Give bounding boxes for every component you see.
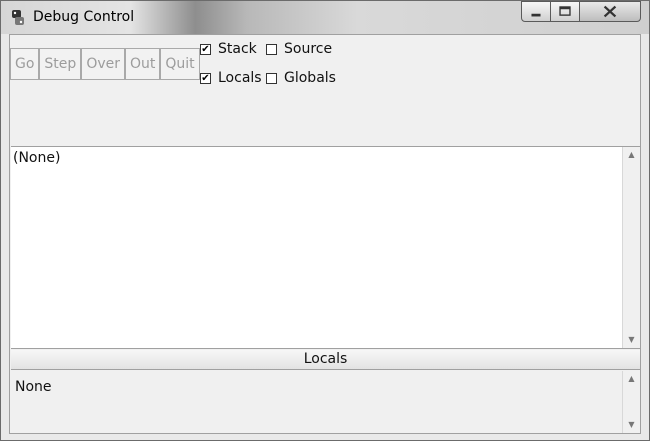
locals-listbox[interactable]: None ▲ ▼: [11, 371, 640, 433]
source-checkbox[interactable]: Source: [266, 41, 332, 57]
source-check-icon: [266, 43, 277, 55]
locals-entry: None: [15, 379, 52, 395]
close-icon: [603, 5, 617, 18]
stack-entry[interactable]: (None): [13, 150, 60, 166]
title-bar[interactable]: Debug Control: [1, 1, 649, 34]
locals-check-icon: ✔: [200, 72, 211, 84]
close-button[interactable]: [579, 1, 641, 22]
scroll-up-icon[interactable]: ▲: [623, 147, 640, 163]
scroll-up-icon[interactable]: ▲: [623, 371, 640, 387]
locals-checkbox[interactable]: ✔ Locals: [200, 70, 262, 86]
stack-listbox[interactable]: (None) ▲ ▼: [11, 146, 640, 349]
locals-header: Locals: [11, 350, 640, 370]
stack-check-icon: ✔: [200, 43, 211, 55]
globals-checkbox[interactable]: Globals: [266, 70, 336, 86]
minimize-icon: [531, 13, 541, 17]
scroll-down-icon[interactable]: ▼: [623, 417, 640, 433]
debug-toolbar: Go Step Over Out Quit: [10, 48, 200, 82]
quit-button[interactable]: Quit: [160, 48, 200, 80]
stack-checkbox[interactable]: ✔ Stack: [200, 41, 257, 57]
maximize-button[interactable]: [550, 1, 580, 22]
window-title: Debug Control: [33, 9, 135, 25]
minimize-button[interactable]: [521, 1, 551, 22]
source-label: Source: [284, 41, 333, 57]
debug-control-window: Debug Control Go Step Over Out Quit ✔ St…: [0, 0, 650, 441]
globals-check-icon: [266, 72, 277, 84]
client-area: Go Step Over Out Quit ✔ Stack Source ✔ L…: [9, 34, 641, 434]
step-button[interactable]: Step: [39, 48, 82, 80]
locals-label: Locals: [218, 70, 262, 86]
maximize-icon: [559, 6, 571, 16]
go-button[interactable]: Go: [10, 48, 40, 80]
globals-label: Globals: [284, 70, 336, 86]
out-button[interactable]: Out: [125, 48, 161, 80]
python-app-icon: [12, 10, 24, 25]
stack-label: Stack: [218, 41, 257, 57]
over-button[interactable]: Over: [81, 48, 125, 80]
scroll-down-icon[interactable]: ▼: [623, 332, 640, 348]
stack-scrollbar[interactable]: ▲ ▼: [622, 147, 640, 348]
locals-scrollbar[interactable]: ▲ ▼: [622, 371, 640, 433]
